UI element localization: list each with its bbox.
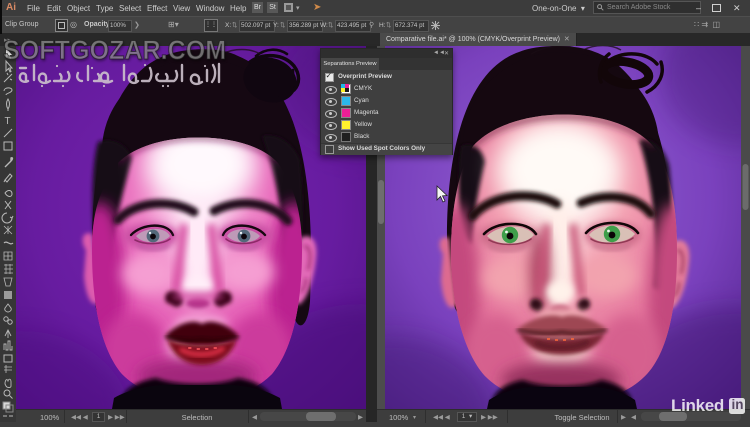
svg-text:T: T <box>5 116 11 127</box>
